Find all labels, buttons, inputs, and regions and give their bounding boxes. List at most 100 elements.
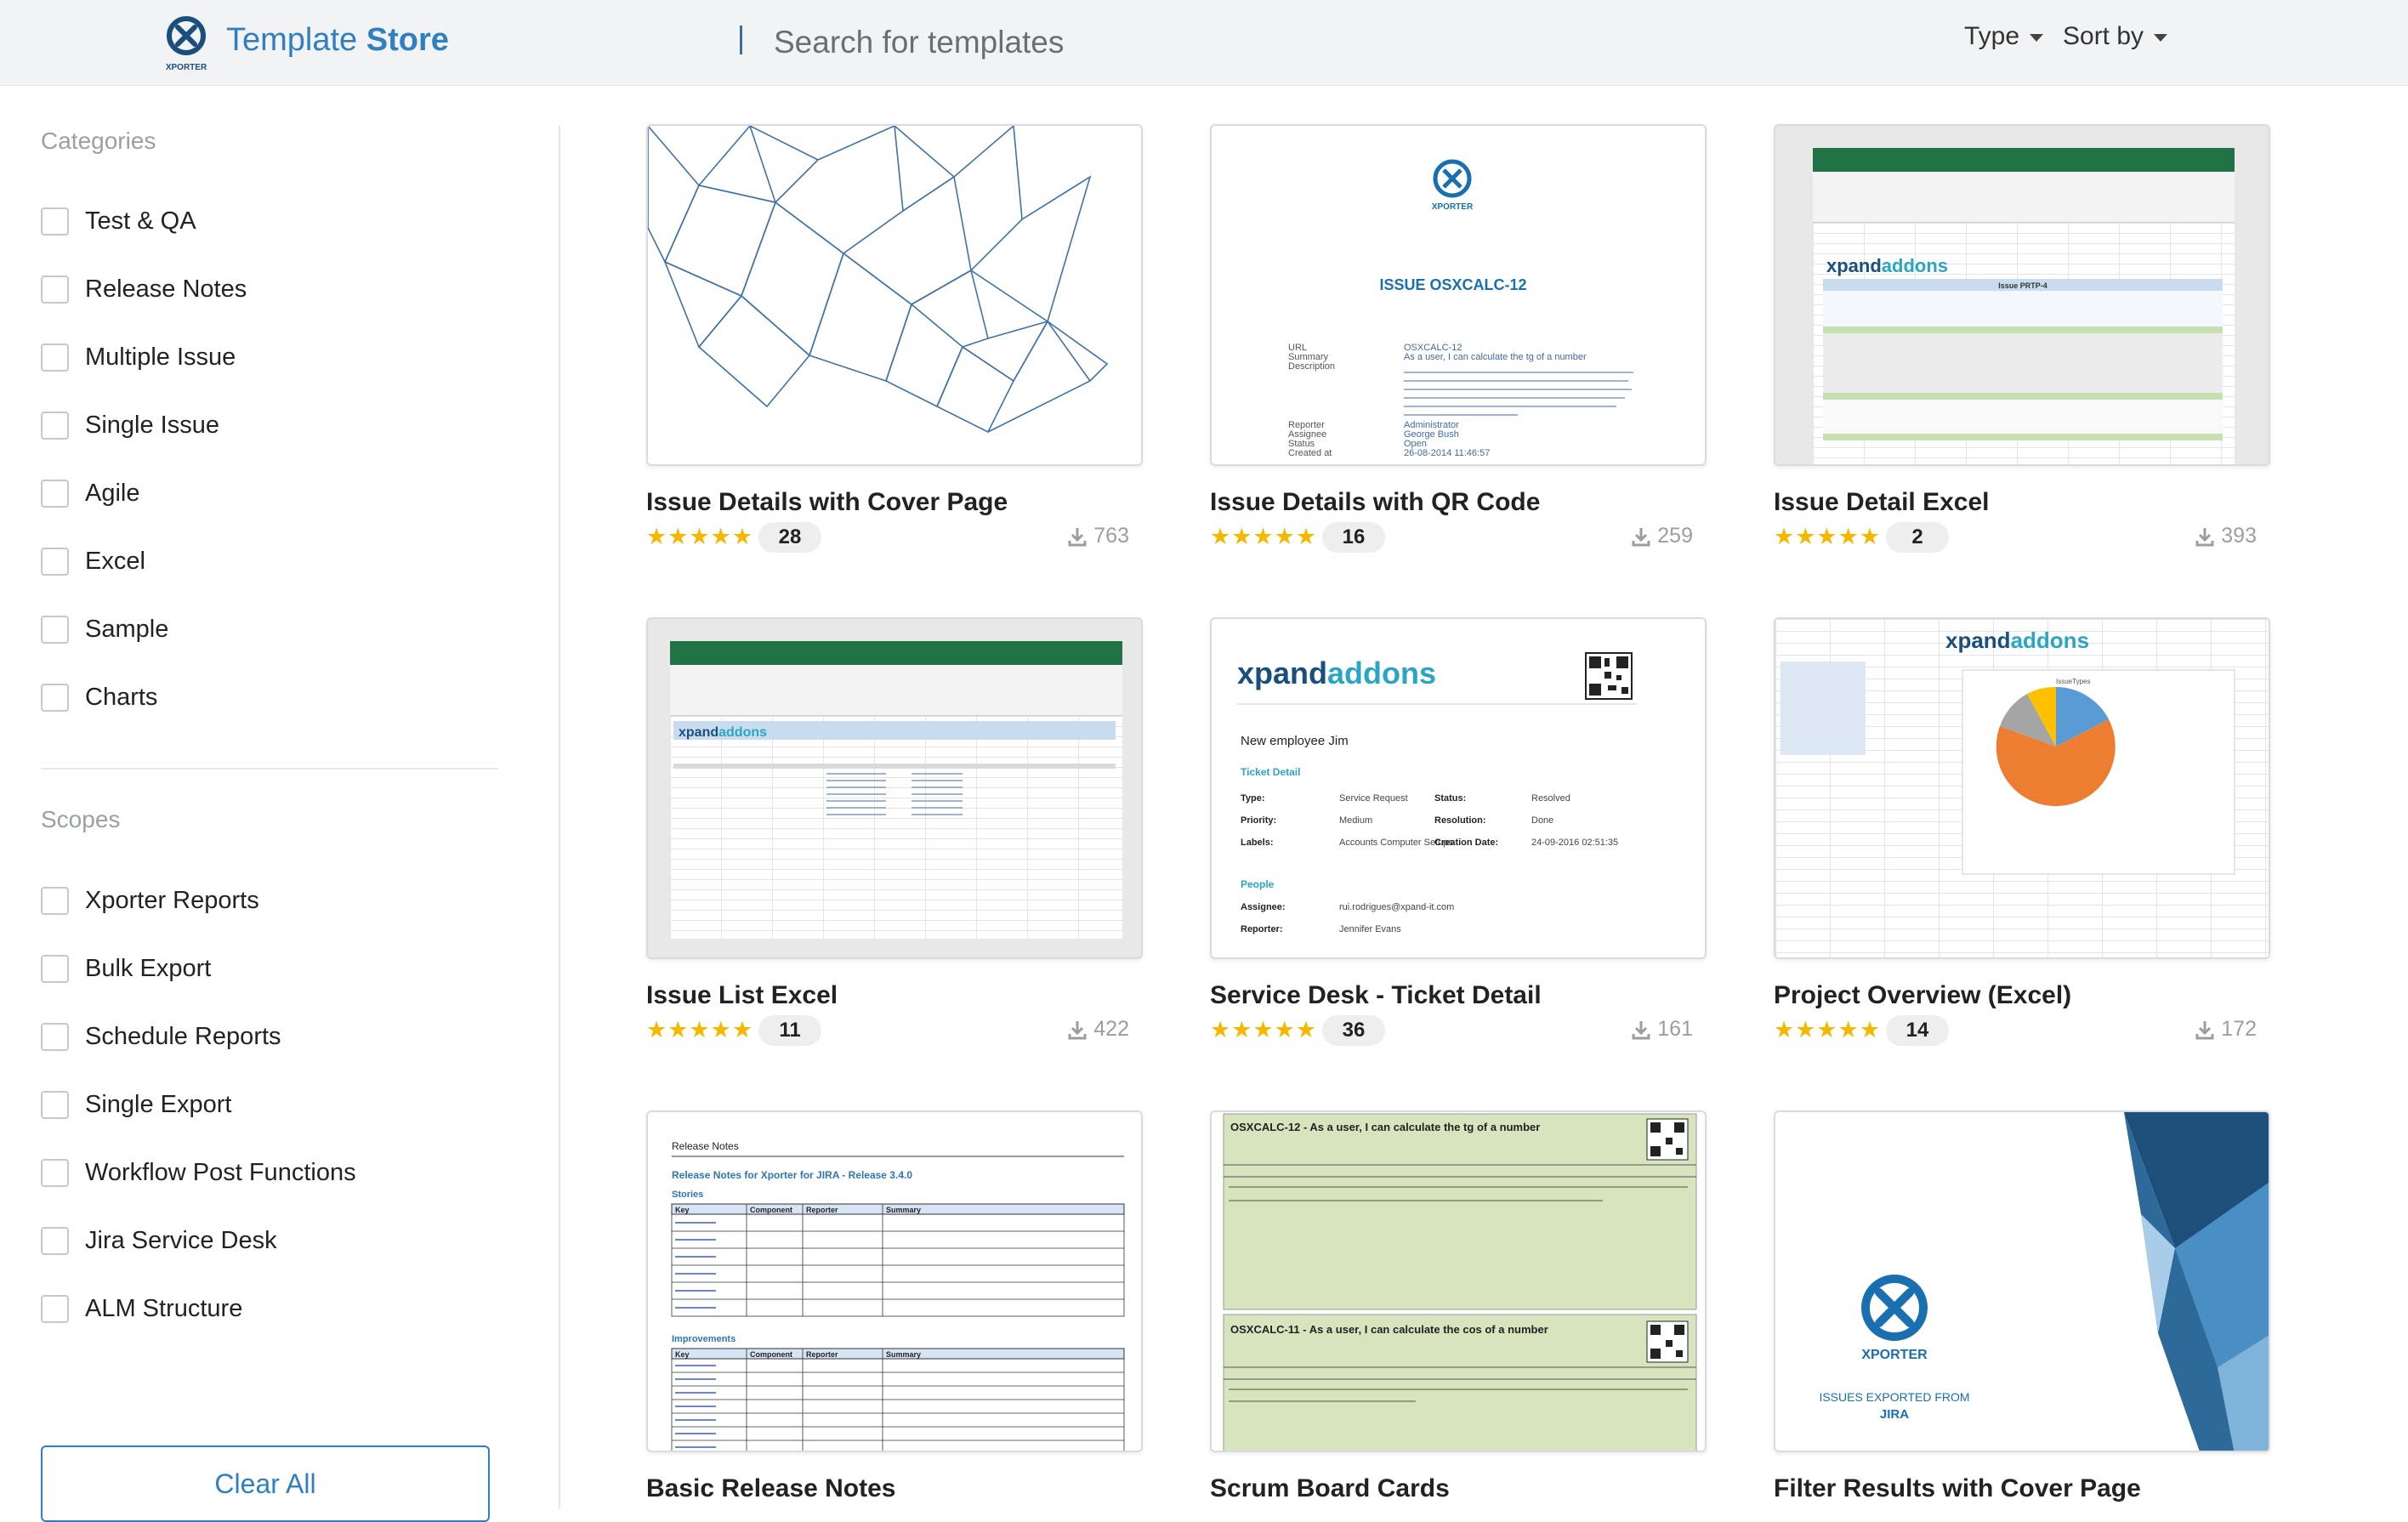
checkbox[interactable] bbox=[41, 479, 69, 508]
brand-prefix: Template bbox=[226, 22, 358, 58]
po-chart-title: IssueTypes bbox=[2056, 678, 2090, 685]
checkbox[interactable] bbox=[41, 683, 69, 712]
checkbox[interactable] bbox=[41, 886, 69, 915]
chevron-down-icon bbox=[2030, 33, 2044, 42]
scope-label: Workflow Post Functions bbox=[85, 1158, 356, 1186]
template-thumbnail[interactable]: xpandaddons New employee Jim Ticket Deta… bbox=[1210, 617, 1707, 959]
category-agile[interactable]: Agile bbox=[41, 476, 140, 510]
checkbox[interactable] bbox=[41, 1090, 69, 1119]
scopes-title: Scopes bbox=[41, 806, 121, 832]
category-sample[interactable]: Sample bbox=[41, 612, 168, 646]
template-thumbnail[interactable]: xpandaddons Issue PRTP-4 bbox=[1774, 124, 2270, 466]
rn-subtitle: Release Notes for Xporter for JIRA - Rel… bbox=[672, 1169, 912, 1181]
checkbox[interactable] bbox=[41, 411, 69, 440]
checkbox[interactable] bbox=[41, 1022, 69, 1051]
checkbox[interactable] bbox=[41, 207, 69, 236]
category-excel[interactable]: Excel bbox=[41, 544, 145, 578]
scope-xporter-reports[interactable]: Xporter Reports bbox=[41, 883, 259, 917]
download-icon bbox=[2195, 527, 2214, 546]
category-single-issue[interactable]: Single Issue bbox=[41, 408, 219, 442]
search-input[interactable] bbox=[774, 19, 1403, 66]
card-title[interactable]: Scrum Board Cards bbox=[1210, 1474, 1450, 1503]
svg-text:Jennifer Evans: Jennifer Evans bbox=[1339, 924, 1401, 934]
top-bar: XPORTER Template Store Type Sort by bbox=[0, 0, 2408, 86]
scope-alm-structure[interactable]: ALM Structure bbox=[41, 1292, 242, 1326]
card-title[interactable]: Filter Results with Cover Page bbox=[1774, 1474, 2141, 1503]
excel-issue-list-preview: xpandaddons bbox=[673, 721, 1116, 815]
category-multiple-issue[interactable]: Multiple Issue bbox=[41, 340, 236, 374]
svg-text:People: People bbox=[1241, 878, 1275, 890]
logo-text: XPORTER bbox=[166, 63, 207, 72]
cover-page-preview: XPORTER ISSUES EXPORTED FROM JIRA bbox=[1819, 1112, 2269, 1451]
rn-stories: Stories bbox=[672, 1190, 703, 1200]
type-dropdown[interactable]: Type bbox=[1964, 22, 2044, 51]
xporter-logo[interactable]: XPORTER bbox=[162, 15, 211, 73]
svg-text:Component: Component bbox=[750, 1206, 792, 1214]
checkbox[interactable] bbox=[41, 1226, 69, 1255]
card-title[interactable]: Issue Detail Excel bbox=[1774, 488, 1989, 517]
template-thumbnail[interactable]: XPORTER ISSUES EXPORTED FROM JIRA bbox=[1774, 1110, 2270, 1452]
category-label: Excel bbox=[85, 547, 145, 575]
svg-text:Assignee:: Assignee: bbox=[1241, 902, 1286, 912]
excel-ribbon bbox=[670, 665, 1122, 716]
cover-line2: JIRA bbox=[1880, 1407, 1909, 1422]
service-desk-preview: xpandaddons New employee Jim Ticket Deta… bbox=[1237, 652, 1637, 934]
rating-count-badge: 36 bbox=[1322, 1015, 1385, 1046]
sort-dropdown[interactable]: Sort by bbox=[2063, 22, 2168, 51]
scope-workflow-post-functions[interactable]: Workflow Post Functions bbox=[41, 1156, 356, 1190]
rn-improvements: Improvements bbox=[672, 1334, 735, 1344]
category-test-qa[interactable]: Test & QA bbox=[41, 204, 196, 238]
category-release-notes[interactable]: Release Notes bbox=[41, 272, 247, 306]
card-title[interactable]: Basic Release Notes bbox=[646, 1474, 896, 1503]
template-thumbnail[interactable]: Release Notes Release Notes for Xporter … bbox=[646, 1110, 1143, 1452]
excel-ribbon bbox=[1813, 172, 2235, 223]
brand-title[interactable]: Template Store bbox=[226, 22, 449, 59]
xporter-logo-icon: XPORTER bbox=[166, 16, 207, 72]
sort-label: Sort by bbox=[2063, 22, 2144, 50]
scope-schedule-reports[interactable]: Schedule Reports bbox=[41, 1019, 281, 1053]
excel-heading: Issue PRTP-4 bbox=[1998, 281, 2047, 290]
category-label: Agile bbox=[85, 479, 140, 507]
excel-title-bar bbox=[670, 641, 1122, 665]
card-title[interactable]: Issue Details with Cover Page bbox=[646, 488, 1008, 517]
scope-label: ALM Structure bbox=[85, 1294, 243, 1322]
rating-count-badge: 16 bbox=[1322, 522, 1385, 553]
release-notes-preview: Release Notes Release Notes for Xporter … bbox=[671, 1140, 1125, 1451]
download-icon bbox=[1632, 1020, 1650, 1039]
checkbox[interactable] bbox=[41, 547, 69, 576]
svg-text:Reporter: Reporter bbox=[806, 1350, 838, 1359]
template-thumbnail[interactable] bbox=[646, 124, 1143, 466]
scope-bulk-export[interactable]: Bulk Export bbox=[41, 951, 211, 985]
template-thumbnail[interactable]: XPORTER ISSUE OSXCALC-12 URL Summary Des… bbox=[1210, 124, 1707, 466]
checkbox[interactable] bbox=[41, 343, 69, 372]
checkbox[interactable] bbox=[41, 275, 69, 304]
template-thumbnail[interactable]: OSXCALC-12 - As a user, I can calculate … bbox=[1210, 1110, 1707, 1452]
card-title[interactable]: Service Desk - Ticket Detail bbox=[1210, 981, 1542, 1010]
scope-jira-service-desk[interactable]: Jira Service Desk bbox=[41, 1224, 277, 1258]
template-thumbnail[interactable]: xpandaddons bbox=[646, 617, 1143, 959]
qr-label: Description bbox=[1288, 361, 1335, 372]
card-title[interactable]: Issue Details with QR Code bbox=[1210, 488, 1540, 517]
checkbox[interactable] bbox=[41, 954, 69, 983]
category-label: Single Issue bbox=[85, 411, 219, 439]
svg-text:Key: Key bbox=[675, 1350, 690, 1359]
card-title[interactable]: Project Overview (Excel) bbox=[1774, 981, 2071, 1010]
svg-text:Labels:: Labels: bbox=[1241, 838, 1274, 848]
clear-all-button[interactable]: Clear All bbox=[41, 1445, 490, 1522]
svg-text:Key: Key bbox=[675, 1206, 690, 1214]
template-thumbnail[interactable]: xpandaddons IssueTypes bbox=[1774, 617, 2270, 959]
download-icon bbox=[1632, 527, 1650, 546]
category-charts[interactable]: Charts bbox=[41, 680, 157, 714]
po-brand: xpandaddons bbox=[1945, 628, 2089, 653]
qr-heading: ISSUE OSXCALC-12 bbox=[1379, 276, 1526, 293]
checkbox[interactable] bbox=[41, 1158, 69, 1187]
checkbox[interactable] bbox=[41, 1294, 69, 1323]
qr-code-icon bbox=[1646, 1320, 1689, 1363]
card-title[interactable]: Issue List Excel bbox=[646, 981, 838, 1010]
download-count: 259 bbox=[1632, 524, 1693, 548]
rating-stars: ★★★★★ bbox=[646, 524, 754, 549]
scope-single-export[interactable]: Single Export bbox=[41, 1088, 232, 1122]
download-count-value: 393 bbox=[2221, 524, 2257, 548]
checkbox[interactable] bbox=[41, 615, 69, 644]
svg-text:Summary: Summary bbox=[886, 1206, 921, 1214]
